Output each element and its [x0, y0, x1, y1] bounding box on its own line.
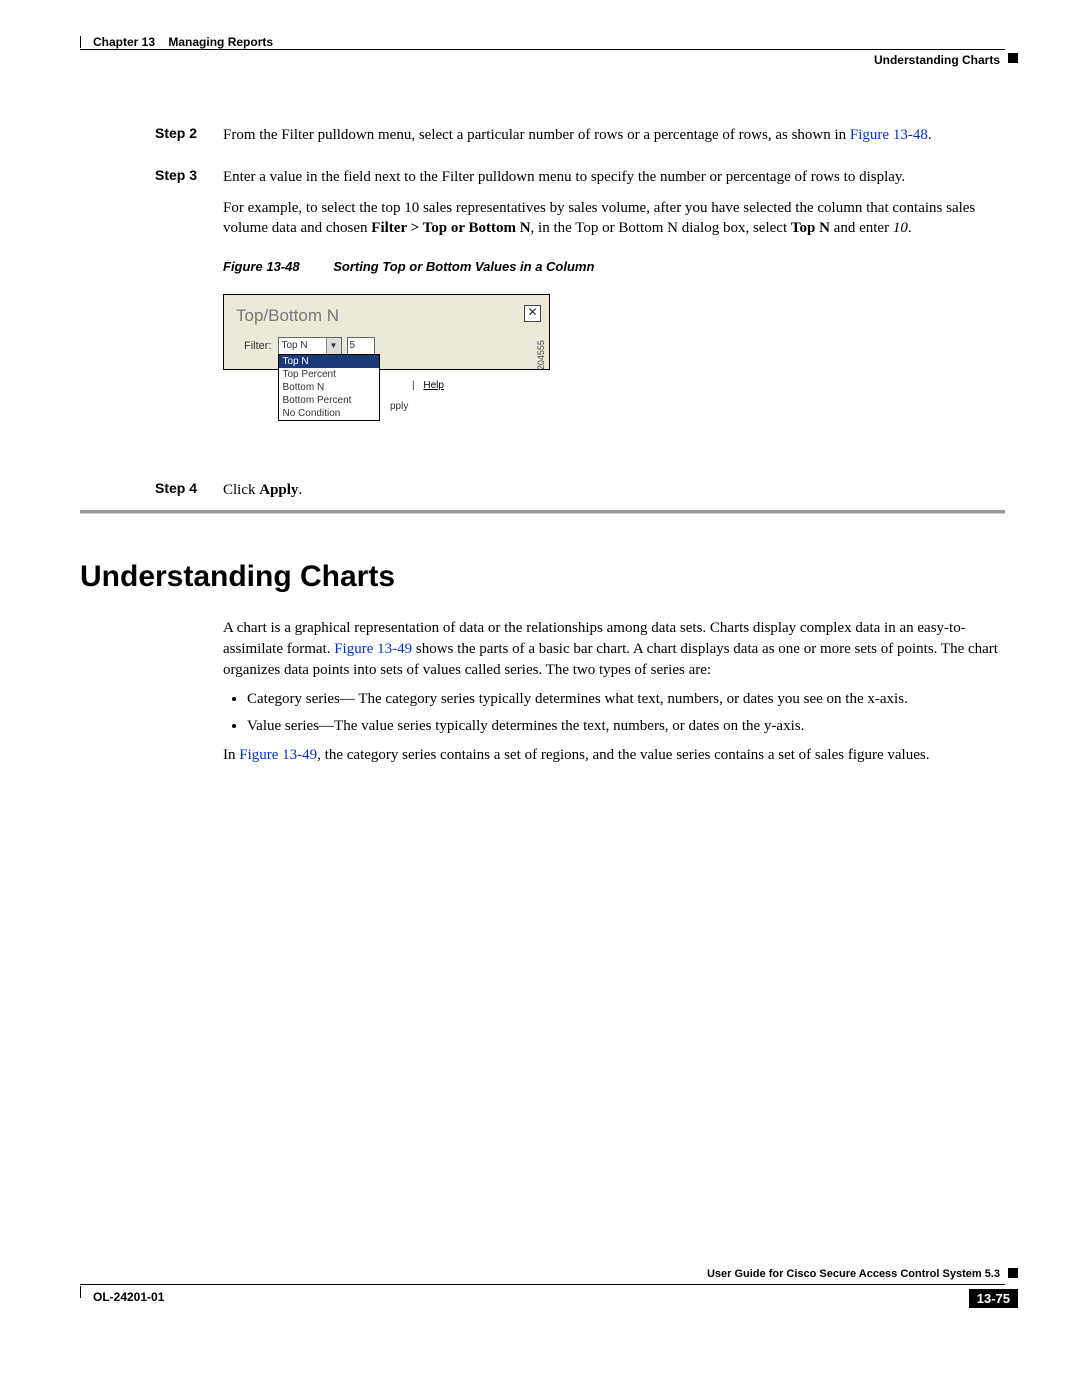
footer-doc-id: OL-24201-01 — [93, 1290, 164, 1304]
dialog-help-row: | Help — [410, 379, 444, 393]
figure-caption: Figure 13-48 Sorting Top or Bottom Value… — [223, 258, 1003, 276]
dropdown-option-no-condition[interactable]: No Condition — [279, 407, 379, 420]
section-heading: Understanding Charts — [80, 560, 395, 594]
dialog-title: Top/Bottom N — [224, 295, 549, 334]
filter-value-input[interactable]: 5 — [347, 337, 375, 355]
dropdown-option-top-percent[interactable]: Top Percent — [279, 368, 379, 381]
dropdown-option-bottom-n[interactable]: Bottom N — [279, 381, 379, 394]
step-label: Step 2 — [155, 125, 223, 155]
step3-p2: For example, to select the top 10 sales … — [223, 198, 1003, 239]
section-rule — [80, 510, 1005, 514]
dropdown-list[interactable]: Top N Top Percent Bottom N Bottom Percen… — [278, 354, 380, 421]
top-bottom-n-dialog: Top/Bottom N ✕ Filter: Top N ▼ Top N Top… — [223, 294, 550, 371]
step2-text-a: From the Filter pulldown menu, select a … — [223, 127, 850, 143]
separator: | — [412, 380, 415, 391]
section-p2: In Figure 13-49, the category series con… — [223, 745, 1003, 766]
footer-marker-square — [1008, 1268, 1018, 1278]
apply-fragment: pply — [390, 400, 408, 414]
header-rule — [80, 49, 1005, 50]
running-header-left: Chapter 13 Managing Reports — [93, 35, 273, 49]
dropdown-selected: Top N — [279, 339, 311, 352]
step3-p1: Enter a value in the field next to the F… — [223, 167, 1003, 187]
step-3: Step 3 Enter a value in the field next t… — [155, 167, 1003, 370]
step-body: Enter a value in the field next to the F… — [223, 167, 1003, 370]
chapter-number: Chapter 13 — [93, 35, 155, 49]
dialog-body: Filter: Top N ▼ Top N Top Percent Bottom… — [224, 333, 549, 369]
filter-dropdown[interactable]: Top N ▼ Top N Top Percent Bottom N Botto… — [278, 337, 342, 355]
header-marker-square — [1008, 53, 1018, 63]
section-body: A chart is a graphical representation of… — [223, 618, 1003, 774]
header-tick — [80, 36, 81, 48]
steps-block: Step 2 From the Filter pulldown menu, se… — [155, 125, 1003, 382]
step-body: Click Apply. — [223, 480, 1003, 500]
figure-title: Sorting Top or Bottom Values in a Column — [333, 259, 594, 274]
dropdown-option-bottom-percent[interactable]: Bottom Percent — [279, 394, 379, 407]
figure-ref-13-49[interactable]: Figure 13-49 — [334, 641, 412, 657]
chapter-title: Managing Reports — [168, 35, 273, 49]
step-label: Step 3 — [155, 167, 223, 370]
figure-image-wrap: Top/Bottom N ✕ Filter: Top N ▼ Top N Top… — [223, 294, 1003, 371]
page: Chapter 13 Managing Reports Understandin… — [0, 0, 1080, 1397]
list-item: Category series— The category series typ… — [247, 689, 1003, 710]
step-2: Step 2 From the Filter pulldown menu, se… — [155, 125, 1003, 155]
step-label: Step 4 — [155, 480, 223, 500]
section-p1: A chart is a graphical representation of… — [223, 618, 1003, 681]
figure-number: Figure 13-48 — [223, 259, 300, 274]
footer-rule — [80, 1284, 1005, 1285]
image-id: 204555 — [535, 340, 547, 370]
step2-text-b: . — [928, 127, 932, 143]
figure-ref-13-49-b[interactable]: Figure 13-49 — [239, 747, 317, 763]
footer-tick — [80, 1286, 81, 1298]
help-link[interactable]: Help — [423, 380, 444, 391]
chevron-down-icon[interactable]: ▼ — [326, 338, 341, 354]
running-header-right: Understanding Charts — [874, 53, 1000, 67]
footer-doc-title: User Guide for Cisco Secure Access Contr… — [707, 1268, 1000, 1280]
list-item: Value series—The value series typically … — [247, 716, 1003, 737]
figure-ref-13-48[interactable]: Figure 13-48 — [850, 127, 928, 143]
series-list: Category series— The category series typ… — [223, 689, 1003, 737]
filter-label: Filter: — [244, 337, 272, 354]
close-icon[interactable]: ✕ — [524, 305, 541, 322]
dropdown-option-top-n[interactable]: Top N — [279, 355, 379, 368]
page-number: 13-75 — [969, 1289, 1018, 1308]
step-4: Step 4 Click Apply. — [155, 480, 1003, 500]
step-body: From the Filter pulldown menu, select a … — [223, 125, 1003, 155]
